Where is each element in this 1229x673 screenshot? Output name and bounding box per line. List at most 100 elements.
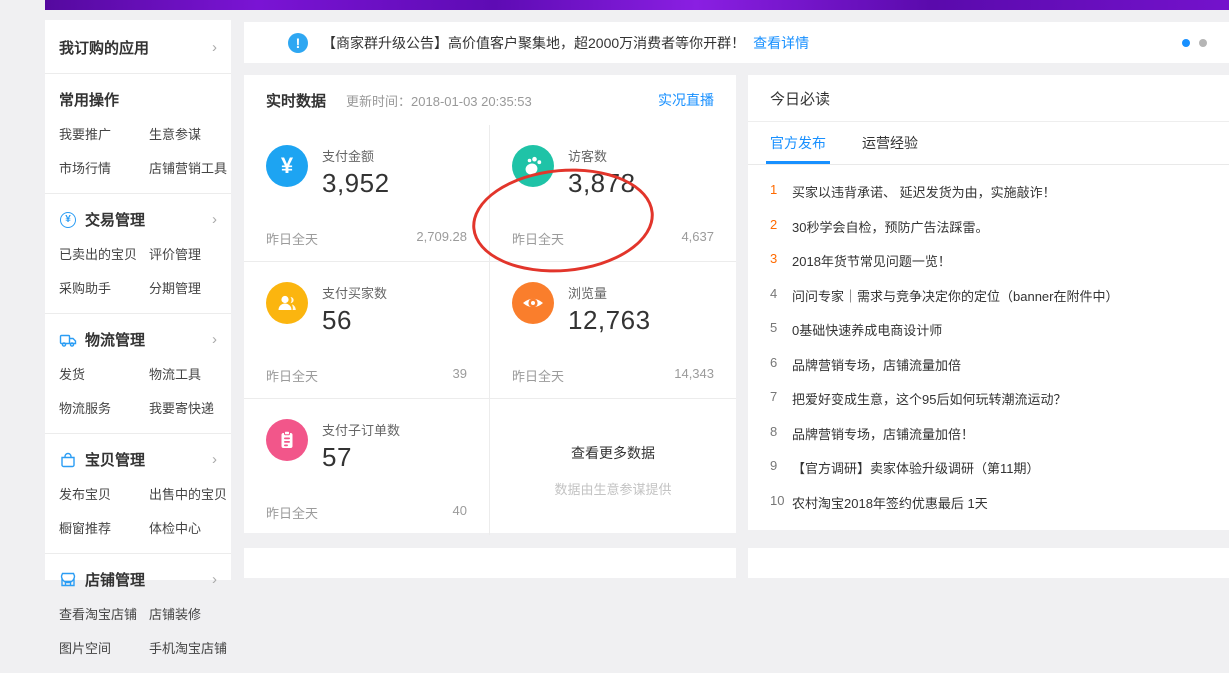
yesterday-label: 昨日全天 <box>512 229 564 248</box>
sidebar-link-mobile-shop[interactable]: 手机淘宝店铺 <box>149 638 227 657</box>
stat-label: 支付金额 <box>322 146 390 165</box>
sidebar-section-trade: ¥ 交易管理 › 已卖出的宝贝 评价管理 采购助手 分期管理 <box>45 194 231 314</box>
stat-value: 12,763 <box>568 305 651 336</box>
list-item[interactable]: 4问问专家｜需求与竞争决定你的定位（banner在附件中） <box>770 286 1207 305</box>
list-item[interactable]: 9【官方调研】卖家体验升级调研（第11期） <box>770 458 1207 477</box>
list-item[interactable]: 50基础快速养成电商设计师 <box>770 320 1207 339</box>
yesterday-label: 昨日全天 <box>512 366 564 385</box>
sidebar: 我订购的应用 › 常用操作 我要推广 生意参谋 市场行情 店铺营销工具 ¥ 交易… <box>45 20 231 580</box>
bottom-right-panel <box>748 548 1229 578</box>
tab-operating-experience[interactable]: 运营经验 <box>862 122 918 164</box>
must-read-panel: 今日必读 官方发布 运营经验 1买家以违背承诺、 延迟发货为由，实施敲诈！ 23… <box>748 75 1229 530</box>
section-title: 宝贝管理 <box>85 449 212 470</box>
list-item[interactable]: 1买家以违背承诺、 延迟发货为由，实施敲诈！ <box>770 182 1207 201</box>
list-item[interactable]: 6品牌营销专场，店铺流量加倍 <box>770 355 1207 374</box>
more-data-cell: 查看更多数据 数据由生意参谋提供 <box>490 399 736 535</box>
sidebar-link-health-center[interactable]: 体检中心 <box>149 518 227 537</box>
stat-card-paying-buyers[interactable]: 支付买家数 56 昨日全天 39 <box>244 262 490 398</box>
eye-icon <box>512 282 554 324</box>
announcement-details-link[interactable]: 查看详情 <box>753 33 809 53</box>
yesterday-label: 昨日全天 <box>266 366 318 385</box>
truck-icon <box>59 331 77 349</box>
stat-card-payment-amount[interactable]: ¥ 支付金额 3,952 昨日全天 2,709.28 <box>244 125 490 261</box>
sidebar-section-logistics: 物流管理 › 发货 物流工具 物流服务 我要寄快递 <box>45 314 231 434</box>
list-item[interactable]: 8品牌营销专场，店铺流量加倍！ <box>770 424 1207 443</box>
carousel-dot-active[interactable] <box>1182 39 1190 47</box>
sidebar-item-trade[interactable]: ¥ 交易管理 › <box>59 209 217 230</box>
sidebar-link-send-express[interactable]: 我要寄快递 <box>149 398 217 417</box>
sidebar-link-sold-items[interactable]: 已卖出的宝贝 <box>59 244 149 263</box>
sidebar-section-shop: 店铺管理 › 查看淘宝店铺 店铺装修 图片空间 手机淘宝店铺 <box>45 554 231 673</box>
yuan-icon: ¥ <box>266 145 308 187</box>
list-item[interactable]: 230秒学会自检，预防广告法踩雷。 <box>770 217 1207 236</box>
yuan-circle-icon: ¥ <box>59 211 77 229</box>
sidebar-link-logistics-services[interactable]: 物流服务 <box>59 398 149 417</box>
sidebar-link-shop-decorate[interactable]: 店铺装修 <box>149 604 227 623</box>
list-item[interactable]: 32018年货节常见问题一览！ <box>770 251 1207 270</box>
sidebar-link-view-shop[interactable]: 查看淘宝店铺 <box>59 604 149 623</box>
sidebar-item-logistics[interactable]: 物流管理 › <box>59 329 217 350</box>
chevron-right-icon: › <box>212 452 217 467</box>
stat-value: 3,952 <box>322 168 390 199</box>
section-title: 交易管理 <box>85 209 212 230</box>
carousel-dot-inactive[interactable] <box>1199 39 1207 47</box>
top-banner-strip <box>45 0 1229 10</box>
sidebar-link-items-on-sale[interactable]: 出售中的宝贝 <box>149 484 227 503</box>
section-title: 常用操作 <box>59 89 217 110</box>
sidebar-link-reviews[interactable]: 评价管理 <box>149 244 217 263</box>
footprint-icon <box>512 145 554 187</box>
yesterday-value: 2,709.28 <box>416 229 467 248</box>
list-item[interactable]: 7把爱好变成生意，这个95后如何玩转潮流运动？ <box>770 389 1207 408</box>
list-item[interactable]: 10农村淘宝2018年签约优惠最后 1天 <box>770 493 1207 512</box>
sidebar-item-ordered-apps[interactable]: 我订购的应用 › <box>45 20 231 74</box>
buyers-icon <box>266 282 308 324</box>
sidebar-link-sycm[interactable]: 生意参谋 <box>149 124 227 143</box>
sidebar-item-shop[interactable]: 店铺管理 › <box>59 569 217 590</box>
sidebar-link-logistics-tools[interactable]: 物流工具 <box>149 364 217 383</box>
bottom-left-panel <box>244 548 736 578</box>
bag-icon <box>59 451 77 469</box>
sidebar-link-marketing-tools[interactable]: 店铺营销工具 <box>149 158 227 177</box>
stat-value: 3,878 <box>568 168 636 199</box>
carousel-dots <box>1182 39 1211 47</box>
sidebar-item-items[interactable]: 宝贝管理 › <box>59 449 217 470</box>
sidebar-link-ship[interactable]: 发货 <box>59 364 149 383</box>
chevron-right-icon: › <box>212 212 217 227</box>
stat-card-visitors[interactable]: 访客数 3,878 昨日全天 4,637 <box>490 125 736 261</box>
yesterday-value: 4,637 <box>681 229 714 248</box>
sidebar-link-publish-item[interactable]: 发布宝贝 <box>59 484 149 503</box>
tab-official-release[interactable]: 官方发布 <box>770 122 826 164</box>
realtime-title: 实时数据 <box>266 90 326 111</box>
chevron-right-icon: › <box>212 40 217 55</box>
must-read-tabs: 官方发布 运营经验 <box>748 122 1229 165</box>
live-broadcast-link[interactable]: 实况直播 <box>658 90 714 110</box>
yesterday-value: 14,343 <box>674 366 714 385</box>
order-icon <box>266 419 308 461</box>
yesterday-value: 40 <box>453 503 467 522</box>
sidebar-link-purchase-helper[interactable]: 采购助手 <box>59 278 149 297</box>
stat-label: 访客数 <box>568 146 636 165</box>
yesterday-value: 39 <box>453 366 467 385</box>
section-title: 物流管理 <box>85 329 212 350</box>
sidebar-link-promote[interactable]: 我要推广 <box>59 124 149 143</box>
stat-label: 支付子订单数 <box>322 420 400 439</box>
stat-card-pageviews[interactable]: 浏览量 12,763 昨日全天 14,343 <box>490 262 736 398</box>
view-more-data-link[interactable]: 查看更多数据 <box>571 443 655 463</box>
stat-value: 57 <box>322 442 400 473</box>
ordered-apps-label: 我订购的应用 <box>59 37 149 58</box>
sidebar-section-items: 宝贝管理 › 发布宝贝 出售中的宝贝 橱窗推荐 体检中心 <box>45 434 231 554</box>
sidebar-link-image-space[interactable]: 图片空间 <box>59 638 149 657</box>
sidebar-link-installments[interactable]: 分期管理 <box>149 278 217 297</box>
sidebar-link-market[interactable]: 市场行情 <box>59 158 149 177</box>
section-title: 店铺管理 <box>85 569 212 590</box>
info-icon: ! <box>288 33 308 53</box>
sidebar-section-common-ops: 常用操作 我要推广 生意参谋 市场行情 店铺营销工具 <box>45 74 231 194</box>
realtime-data-panel: 实时数据 更新时间：2018-01-03 20:35:53 实况直播 ¥ 支付金… <box>244 75 736 533</box>
update-time: 更新时间：2018-01-03 20:35:53 <box>346 91 532 110</box>
must-read-list: 1买家以违背承诺、 延迟发货为由，实施敲诈！ 230秒学会自检，预防广告法踩雷。… <box>748 165 1229 512</box>
sidebar-link-window-recommend[interactable]: 橱窗推荐 <box>59 518 149 537</box>
stat-label: 浏览量 <box>568 283 651 302</box>
must-read-title: 今日必读 <box>748 75 1229 122</box>
shop-icon <box>59 571 77 589</box>
stat-card-sub-orders[interactable]: 支付子订单数 57 昨日全天 40 <box>244 399 490 535</box>
